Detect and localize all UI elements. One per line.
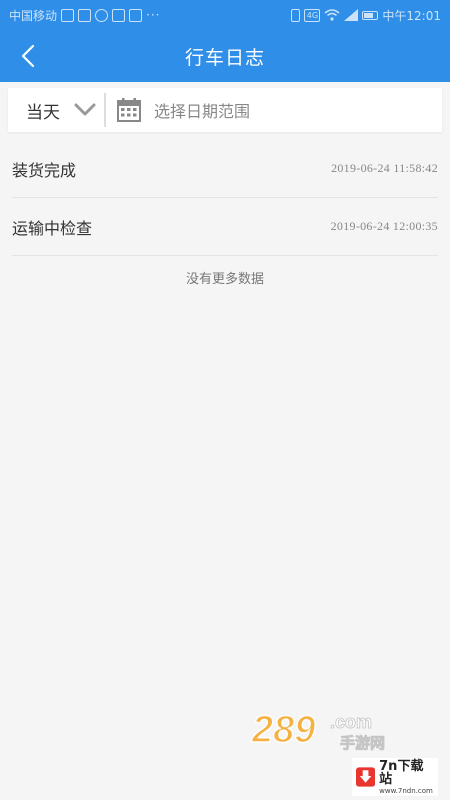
carrier-label: 中国移动 (9, 8, 58, 23)
watermark-7n-title: 7n下载站 (379, 758, 424, 787)
status-left: 中国移动 ··· (9, 7, 160, 24)
filter-bar: 当天 选择日期范围 (8, 88, 442, 132)
status-time: 中午12:01 (382, 8, 441, 23)
list-item[interactable]: 装货完成 2019-06-24 11:58:42 (12, 140, 438, 198)
title-bar: 行车日志 (0, 30, 450, 82)
watermark-289-sub: 手游网 (340, 734, 385, 752)
log-time: 2019-06-24 12:00:35 (330, 219, 438, 233)
watermark-7n-text: 7n下载站 www.7ndn.com (379, 760, 434, 795)
notification-icon (61, 8, 75, 22)
page-title: 行车日志 (184, 46, 265, 69)
status-bar: 中国移动 ··· 4G 中午12:01 (0, 0, 450, 30)
battery-icon (362, 10, 379, 20)
date-range-placeholder: 选择日期范围 (154, 102, 251, 121)
notification-icon (95, 8, 109, 22)
notification-icon (129, 8, 143, 22)
vibrate-icon (291, 8, 301, 22)
day-range-dropdown[interactable]: 当天 (8, 88, 104, 132)
date-range-picker[interactable]: 选择日期范围 (106, 88, 442, 132)
log-title: 装货完成 (12, 160, 77, 180)
chevron-left-icon (21, 44, 35, 68)
log-list: 装货完成 2019-06-24 11:58:42 运输中检查 2019-06-2… (0, 140, 450, 287)
log-title: 运输中检查 (12, 218, 93, 238)
log-time: 2019-06-24 11:58:42 (331, 161, 438, 175)
watermark-289-logo: 289 .com 手游网 (250, 708, 385, 752)
chevron-down-icon (74, 103, 96, 116)
notification-icon (78, 8, 92, 22)
watermark-289-number: 289 (251, 709, 315, 751)
watermark-7n-logo: 7n下载站 www.7ndn.com (352, 758, 438, 796)
signal-icon (344, 9, 359, 21)
download-icon (356, 767, 376, 787)
status-right: 4G 中午12:01 (291, 7, 441, 24)
wifi-icon (324, 9, 340, 21)
watermark-289-domain: .com (330, 712, 372, 732)
list-item[interactable]: 运输中检查 2019-06-24 12:00:35 (12, 198, 438, 256)
app-screen: 中国移动 ··· 4G 中午12:01 行车日志 当天 选择日期范围 装货完成 … (0, 0, 450, 800)
watermark-7n-url: www.7ndn.com (379, 786, 433, 795)
notification-icon (112, 8, 126, 22)
calendar-icon (117, 98, 141, 122)
more-notifications-icon: ··· (146, 8, 161, 22)
no-more-data-label: 没有更多数据 (185, 272, 264, 287)
day-range-value: 当天 (26, 102, 60, 123)
back-button[interactable] (14, 42, 42, 70)
network-badge: 4G (304, 8, 321, 22)
